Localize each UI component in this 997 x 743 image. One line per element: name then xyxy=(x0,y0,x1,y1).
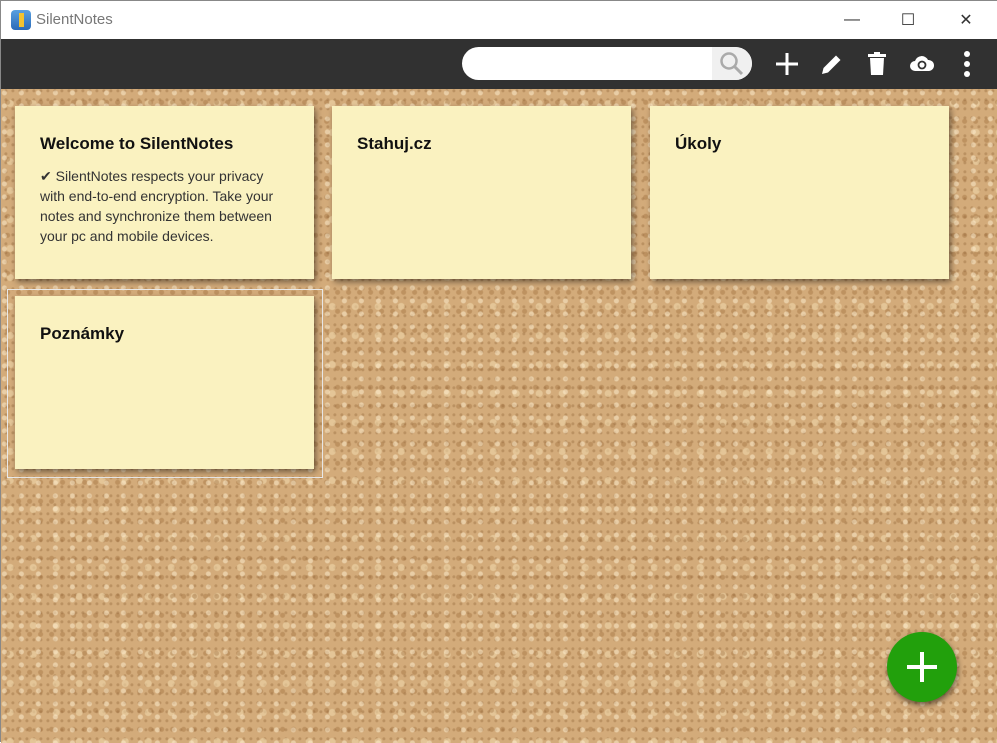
note-card[interactable]: Stahuj.cz xyxy=(332,106,631,279)
maximize-button[interactable]: ☐ xyxy=(885,1,931,39)
note-title: Welcome to SilentNotes xyxy=(40,134,234,153)
edit-icon xyxy=(822,55,841,74)
search-button[interactable] xyxy=(712,47,752,80)
app-logo-icon xyxy=(11,10,31,30)
note-card[interactable]: Úkoly xyxy=(650,106,949,279)
sync-button[interactable] xyxy=(907,49,937,79)
edit-button[interactable] xyxy=(817,49,847,79)
toolbar xyxy=(1,39,997,89)
note-card[interactable]: Welcome to SilentNotes ✔ SilentNotes res… xyxy=(15,106,314,279)
minimize-button[interactable]: — xyxy=(829,1,875,39)
note-text: SilentNotes respects your privacy with e… xyxy=(40,168,274,244)
add-note-fab[interactable] xyxy=(887,632,957,702)
window-title: SilentNotes xyxy=(36,11,113,28)
search-box xyxy=(462,47,752,80)
note-title: Poznámky xyxy=(40,324,125,343)
more-menu-button[interactable] xyxy=(952,49,982,79)
note-title: Stahuj.cz xyxy=(357,134,432,153)
delete-icon xyxy=(868,52,886,75)
search-icon xyxy=(720,51,744,75)
note-card[interactable]: Poznámky xyxy=(15,296,314,469)
note-body: ✔ SilentNotes respects your privacy with… xyxy=(40,166,289,246)
note-title: Úkoly xyxy=(675,134,722,153)
more-icon xyxy=(964,51,970,77)
add-icon xyxy=(776,53,798,75)
title-bar: SilentNotes — ☐ ✕ xyxy=(1,1,997,39)
checkmark-icon: ✔ xyxy=(40,168,52,184)
add-note-button[interactable] xyxy=(772,49,802,79)
close-button[interactable]: ✕ xyxy=(943,1,989,39)
cork-board: Welcome to SilentNotes ✔ SilentNotes res… xyxy=(1,89,997,743)
delete-button[interactable] xyxy=(862,49,892,79)
add-icon xyxy=(907,652,937,682)
search-input[interactable] xyxy=(462,47,712,80)
cloud-sync-icon xyxy=(910,56,935,71)
